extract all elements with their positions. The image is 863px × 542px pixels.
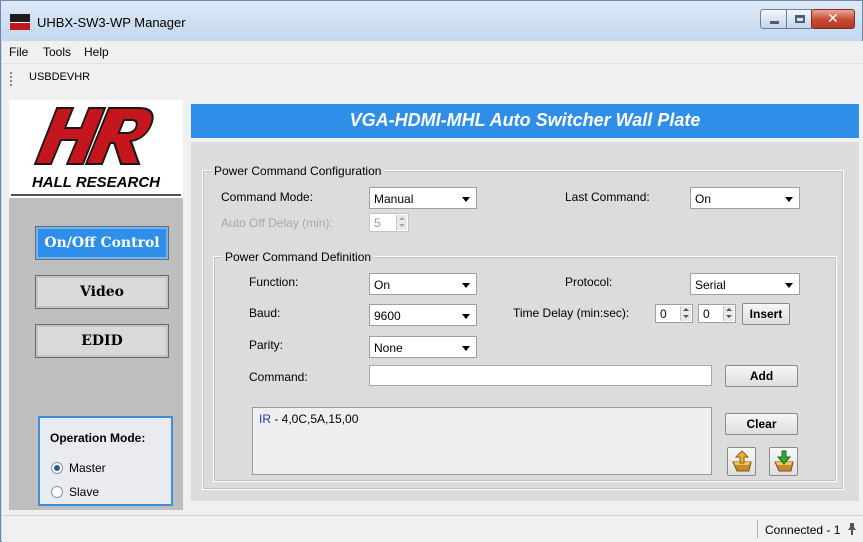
- connection-status: Connected - 1: [765, 523, 841, 537]
- clear-button[interactable]: Clear: [725, 413, 798, 435]
- maximize-button[interactable]: [786, 9, 812, 29]
- close-icon: ✕: [827, 10, 839, 26]
- logo-caption: HALL RESEARCH: [31, 174, 161, 191]
- auto-off-delay-value: 5: [374, 216, 381, 230]
- spin-down-icon: [726, 315, 732, 318]
- logo-divider: [11, 194, 181, 196]
- power-command-definition-group: Power Command Definition Function: On Pr…: [213, 250, 837, 482]
- time-delay-sec-value: 0: [703, 307, 710, 321]
- slave-radio-label[interactable]: Slave: [69, 485, 99, 499]
- download-button[interactable]: [769, 447, 798, 476]
- status-bar: Connected - 1: [2, 515, 863, 542]
- list-item[interactable]: IR - 4,0C,5A,15,00: [259, 412, 358, 426]
- pin-icon: [848, 523, 856, 535]
- maximize-icon: [795, 15, 805, 23]
- parity-select[interactable]: None: [369, 336, 477, 358]
- last-command-select[interactable]: On: [690, 187, 800, 209]
- upload-button[interactable]: [727, 447, 756, 476]
- window-title: UHBX-SW3-WP Manager: [37, 15, 186, 30]
- main-panel: Power Command Configuration Command Mode…: [191, 142, 859, 501]
- status-divider: [757, 520, 758, 538]
- baud-label: Baud:: [249, 306, 281, 320]
- last-command-value: On: [695, 192, 712, 206]
- nav-edid-button[interactable]: EDID: [35, 324, 169, 358]
- parity-value: None: [374, 341, 403, 355]
- chevron-down-icon: [785, 283, 793, 288]
- chevron-down-icon: [785, 197, 793, 202]
- operation-mode-box: Operation Mode: Master Slave: [38, 416, 173, 506]
- command-mode-select[interactable]: Manual: [369, 187, 477, 209]
- product-banner: VGA-HDMI-MHL Auto Switcher Wall Plate: [191, 104, 859, 138]
- menu-help[interactable]: Help: [84, 45, 109, 59]
- config-group-title: Power Command Configuration: [211, 164, 385, 178]
- minimize-icon: [770, 21, 779, 24]
- hr-logo-icon: [33, 107, 154, 165]
- left-panel: HALL RESEARCH On/Off Control Video EDID …: [9, 100, 183, 510]
- time-delay-label: Time Delay (min:sec):: [513, 306, 630, 320]
- menu-bar: File Tools Help: [2, 41, 863, 64]
- command-label: Command:: [249, 370, 308, 384]
- spin-up-icon: [726, 308, 732, 311]
- protocol-select[interactable]: Serial: [690, 273, 800, 295]
- command-input[interactable]: [369, 365, 712, 386]
- command-code: - 4,0C,5A,15,00: [271, 412, 359, 426]
- command-mode-label: Command Mode:: [221, 190, 314, 204]
- menu-file[interactable]: File: [9, 45, 28, 59]
- baud-select[interactable]: 9600: [369, 304, 477, 326]
- app-window: UHBX-SW3-WP Manager ✕ File Tools Help US…: [0, 0, 863, 542]
- protocol-value: Serial: [695, 278, 726, 292]
- add-button[interactable]: Add: [725, 365, 798, 387]
- upload-icon: [732, 450, 752, 472]
- insert-button[interactable]: Insert: [742, 303, 790, 325]
- auto-off-delay-label: Auto Off Delay (min):: [221, 216, 333, 230]
- spin-up-icon: [399, 217, 405, 220]
- spin-down-icon: [683, 315, 689, 318]
- auto-off-delay-spinner[interactable]: 5: [369, 213, 409, 232]
- title-bar[interactable]: UHBX-SW3-WP Manager ✕: [1, 1, 862, 41]
- spin-down-icon: [399, 224, 405, 227]
- command-list[interactable]: IR - 4,0C,5A,15,00: [252, 407, 712, 475]
- parity-label: Parity:: [249, 338, 284, 352]
- menu-tools[interactable]: Tools: [43, 45, 71, 59]
- chevron-down-icon: [462, 283, 470, 288]
- master-radio[interactable]: [51, 462, 63, 474]
- time-delay-min-spinner[interactable]: 0: [655, 304, 693, 323]
- last-command-label: Last Command:: [565, 190, 650, 204]
- minimize-button[interactable]: [760, 9, 787, 29]
- close-button[interactable]: ✕: [811, 9, 855, 29]
- protocol-label: Protocol:: [565, 275, 613, 289]
- hall-research-logo: HALL RESEARCH: [9, 100, 183, 198]
- command-mode-value: Manual: [374, 192, 414, 206]
- definition-group-title: Power Command Definition: [222, 250, 375, 264]
- hall-research-app-icon: [10, 14, 30, 30]
- nav-on-off-control-button[interactable]: On/Off Control: [35, 226, 169, 260]
- device-label[interactable]: USBDEVHR: [29, 71, 90, 83]
- master-radio-label[interactable]: Master: [69, 461, 106, 475]
- function-value: On: [374, 278, 391, 292]
- operation-mode-title: Operation Mode:: [50, 431, 146, 445]
- function-label: Function:: [249, 275, 299, 289]
- time-delay-sec-spinner[interactable]: 0: [698, 304, 736, 323]
- banner-title: VGA-HDMI-MHL Auto Switcher Wall Plate: [349, 110, 701, 130]
- function-select[interactable]: On: [369, 273, 477, 295]
- command-protocol-prefix: IR: [259, 412, 271, 426]
- time-delay-min-value: 0: [660, 307, 667, 321]
- slave-radio[interactable]: [51, 486, 63, 498]
- toolbar: USBDEVHR: [2, 64, 863, 91]
- chevron-down-icon: [462, 314, 470, 319]
- toolbar-grip[interactable]: [10, 72, 12, 86]
- baud-value: 9600: [374, 309, 401, 323]
- chevron-down-icon: [462, 197, 470, 202]
- nav-video-button[interactable]: Video: [35, 275, 169, 309]
- spin-up-icon: [683, 308, 689, 311]
- client-area: HALL RESEARCH On/Off Control Video EDID …: [2, 91, 863, 515]
- download-icon: [774, 450, 794, 472]
- chevron-down-icon: [462, 346, 470, 351]
